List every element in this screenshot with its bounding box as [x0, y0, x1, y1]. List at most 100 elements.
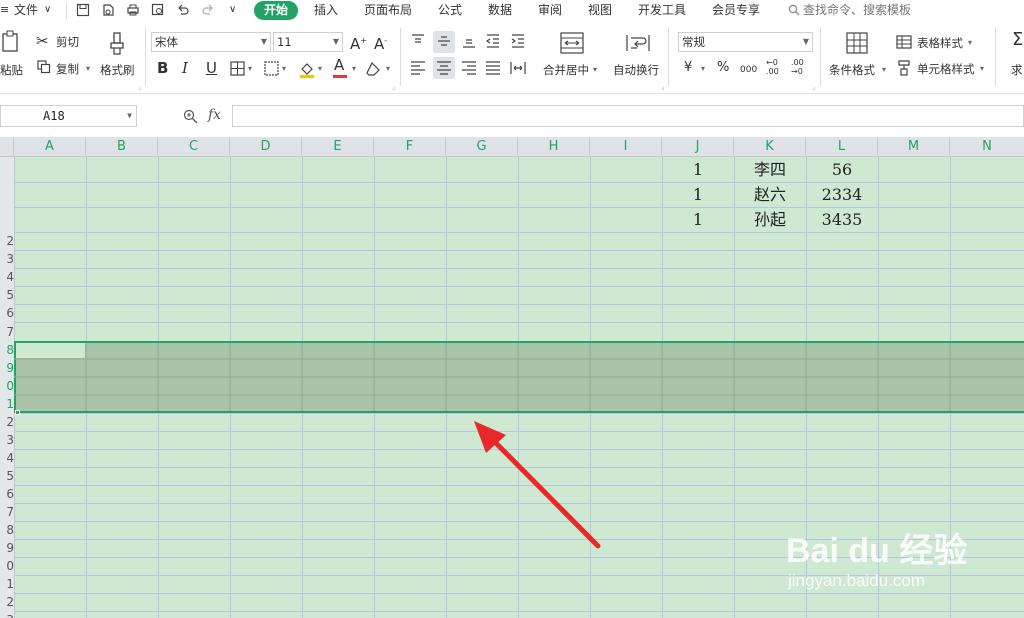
- align-right-icon[interactable]: [461, 61, 477, 75]
- copy-icon[interactable]: [37, 60, 51, 74]
- borders-dropdown-icon[interactable]: ▾: [248, 62, 252, 76]
- merge-dropdown-icon[interactable]: ▾: [593, 63, 597, 77]
- cell-k3[interactable]: 孙起: [734, 209, 806, 231]
- column-header-g[interactable]: G: [446, 137, 518, 157]
- thousands-separator-icon[interactable]: 000: [740, 63, 757, 77]
- format-painter-icon[interactable]: [108, 32, 128, 56]
- cell-style-button[interactable]: 单元格样式: [917, 62, 975, 76]
- font-size-select[interactable]: 11 ▼: [273, 32, 343, 52]
- zoom-icon[interactable]: [183, 109, 198, 124]
- fill-handle[interactable]: [15, 410, 20, 415]
- preview-icon[interactable]: [151, 3, 165, 17]
- copy-dropdown-icon[interactable]: ▾: [86, 62, 90, 76]
- cell-k2[interactable]: 赵六: [734, 184, 806, 206]
- row-header[interactable]: 0: [0, 557, 14, 575]
- column-header-h[interactable]: H: [518, 137, 590, 157]
- number-format-select[interactable]: 常规 ▼: [678, 32, 813, 52]
- column-header-e[interactable]: E: [302, 137, 374, 157]
- fill-color-icon[interactable]: [298, 60, 316, 78]
- table-style-button[interactable]: 表格样式: [917, 36, 963, 50]
- row-header[interactable]: 2: [0, 593, 14, 611]
- row-header-selected[interactable]: 0: [0, 377, 14, 395]
- print-preview-icon[interactable]: [101, 3, 115, 17]
- sum-icon[interactable]: Σ: [1012, 31, 1023, 49]
- row-header-selected[interactable]: 1: [0, 395, 14, 413]
- row-header[interactable]: 5: [0, 467, 14, 485]
- tab-page-layout[interactable]: 页面布局: [364, 2, 412, 18]
- currency-dropdown-icon[interactable]: ▾: [701, 62, 705, 76]
- paste-button[interactable]: 粘贴: [0, 63, 23, 77]
- search-icon[interactable]: [788, 4, 800, 16]
- row-header[interactable]: 4: [0, 268, 14, 286]
- row-header[interactable]: 9: [0, 539, 14, 557]
- tab-review[interactable]: 审阅: [538, 2, 562, 18]
- launcher-icon[interactable]: ⌟: [661, 80, 664, 94]
- cell-style-icon[interactable]: [264, 61, 279, 76]
- column-header-b[interactable]: B: [86, 137, 158, 157]
- formula-input[interactable]: [232, 105, 1024, 127]
- justify-icon[interactable]: [485, 61, 501, 75]
- row-header[interactable]: 8: [0, 521, 14, 539]
- command-search-input[interactable]: 查找命令、搜索模板: [803, 2, 911, 18]
- save-icon[interactable]: [76, 3, 90, 17]
- launcher-icon[interactable]: ⌟: [812, 80, 815, 94]
- clear-format-icon[interactable]: [366, 61, 383, 77]
- row-header[interactable]: 4: [0, 449, 14, 467]
- borders-icon[interactable]: [230, 61, 245, 76]
- row-header[interactable]: 1: [0, 575, 14, 593]
- row-header-selected[interactable]: 9: [0, 359, 14, 377]
- format-painter-button[interactable]: 格式刷: [100, 63, 135, 77]
- merge-center-button[interactable]: 合并居中: [543, 63, 589, 77]
- font-color-dropdown-icon[interactable]: ▾: [352, 62, 356, 76]
- cell-k1[interactable]: 李四: [734, 159, 806, 181]
- bold-icon[interactable]: B: [157, 60, 168, 76]
- cut-icon[interactable]: ✂: [36, 33, 49, 49]
- tab-formulas[interactable]: 公式: [438, 2, 462, 18]
- dropdown-icon[interactable]: ▾: [282, 62, 286, 76]
- cell-j3[interactable]: 1: [662, 209, 734, 231]
- name-box[interactable]: A18 ▼: [0, 105, 137, 127]
- merge-center-icon[interactable]: [560, 32, 584, 54]
- tab-developer[interactable]: 开发工具: [638, 2, 686, 18]
- font-color-icon[interactable]: A: [334, 57, 344, 73]
- align-bottom-icon[interactable]: [461, 34, 477, 48]
- align-middle-icon[interactable]: [436, 34, 452, 48]
- increase-indent-icon[interactable]: [510, 34, 526, 48]
- decrease-font-size-icon[interactable]: A-: [374, 33, 387, 52]
- column-header-m[interactable]: M: [878, 137, 950, 157]
- launcher-icon[interactable]: ⌟: [138, 80, 141, 94]
- tab-home[interactable]: 开始: [254, 1, 298, 20]
- column-header-k[interactable]: K: [734, 137, 806, 157]
- cell-j2[interactable]: 1: [662, 184, 734, 206]
- fill-color-dropdown-icon[interactable]: ▾: [318, 62, 322, 76]
- undo-icon[interactable]: [176, 3, 190, 17]
- active-cell-a18[interactable]: [16, 343, 85, 358]
- launcher-icon[interactable]: ⌟: [392, 80, 395, 94]
- distributed-align-icon[interactable]: [510, 61, 526, 75]
- select-all-corner[interactable]: [0, 137, 14, 157]
- cell-j1[interactable]: 1: [662, 159, 734, 181]
- worksheet-grid[interactable]: 2 3 4 5 6 7 8 9 0 1 2 3 4 5 6 7 8 9 0 1 …: [0, 157, 1024, 618]
- table-style-icon[interactable]: [896, 35, 912, 49]
- conditional-format-icon[interactable]: [846, 32, 868, 54]
- row-header-selected[interactable]: 8: [0, 341, 14, 359]
- fx-icon[interactable]: fx: [208, 107, 221, 123]
- cut-button[interactable]: 剪切: [56, 35, 79, 49]
- cell-l3[interactable]: 3435: [806, 209, 878, 231]
- menu-icon[interactable]: ≡: [0, 2, 9, 18]
- cell-l1[interactable]: 56: [806, 159, 878, 181]
- italic-icon[interactable]: I: [182, 60, 188, 76]
- column-header-d[interactable]: D: [230, 137, 302, 157]
- wrap-text-button[interactable]: 自动换行: [613, 63, 659, 77]
- wrap-text-icon[interactable]: [626, 32, 650, 54]
- underline-icon[interactable]: U: [206, 60, 217, 76]
- column-header-n[interactable]: N: [950, 137, 1024, 157]
- redo-icon[interactable]: [201, 3, 215, 17]
- row-header[interactable]: 7: [0, 323, 14, 341]
- percent-icon[interactable]: %: [717, 60, 729, 76]
- tab-data[interactable]: 数据: [488, 2, 512, 18]
- column-header-c[interactable]: C: [158, 137, 230, 157]
- row-header[interactable]: 2: [0, 413, 14, 431]
- cell-l2[interactable]: 2334: [806, 184, 878, 206]
- chevron-down-icon[interactable]: ▼: [127, 106, 132, 126]
